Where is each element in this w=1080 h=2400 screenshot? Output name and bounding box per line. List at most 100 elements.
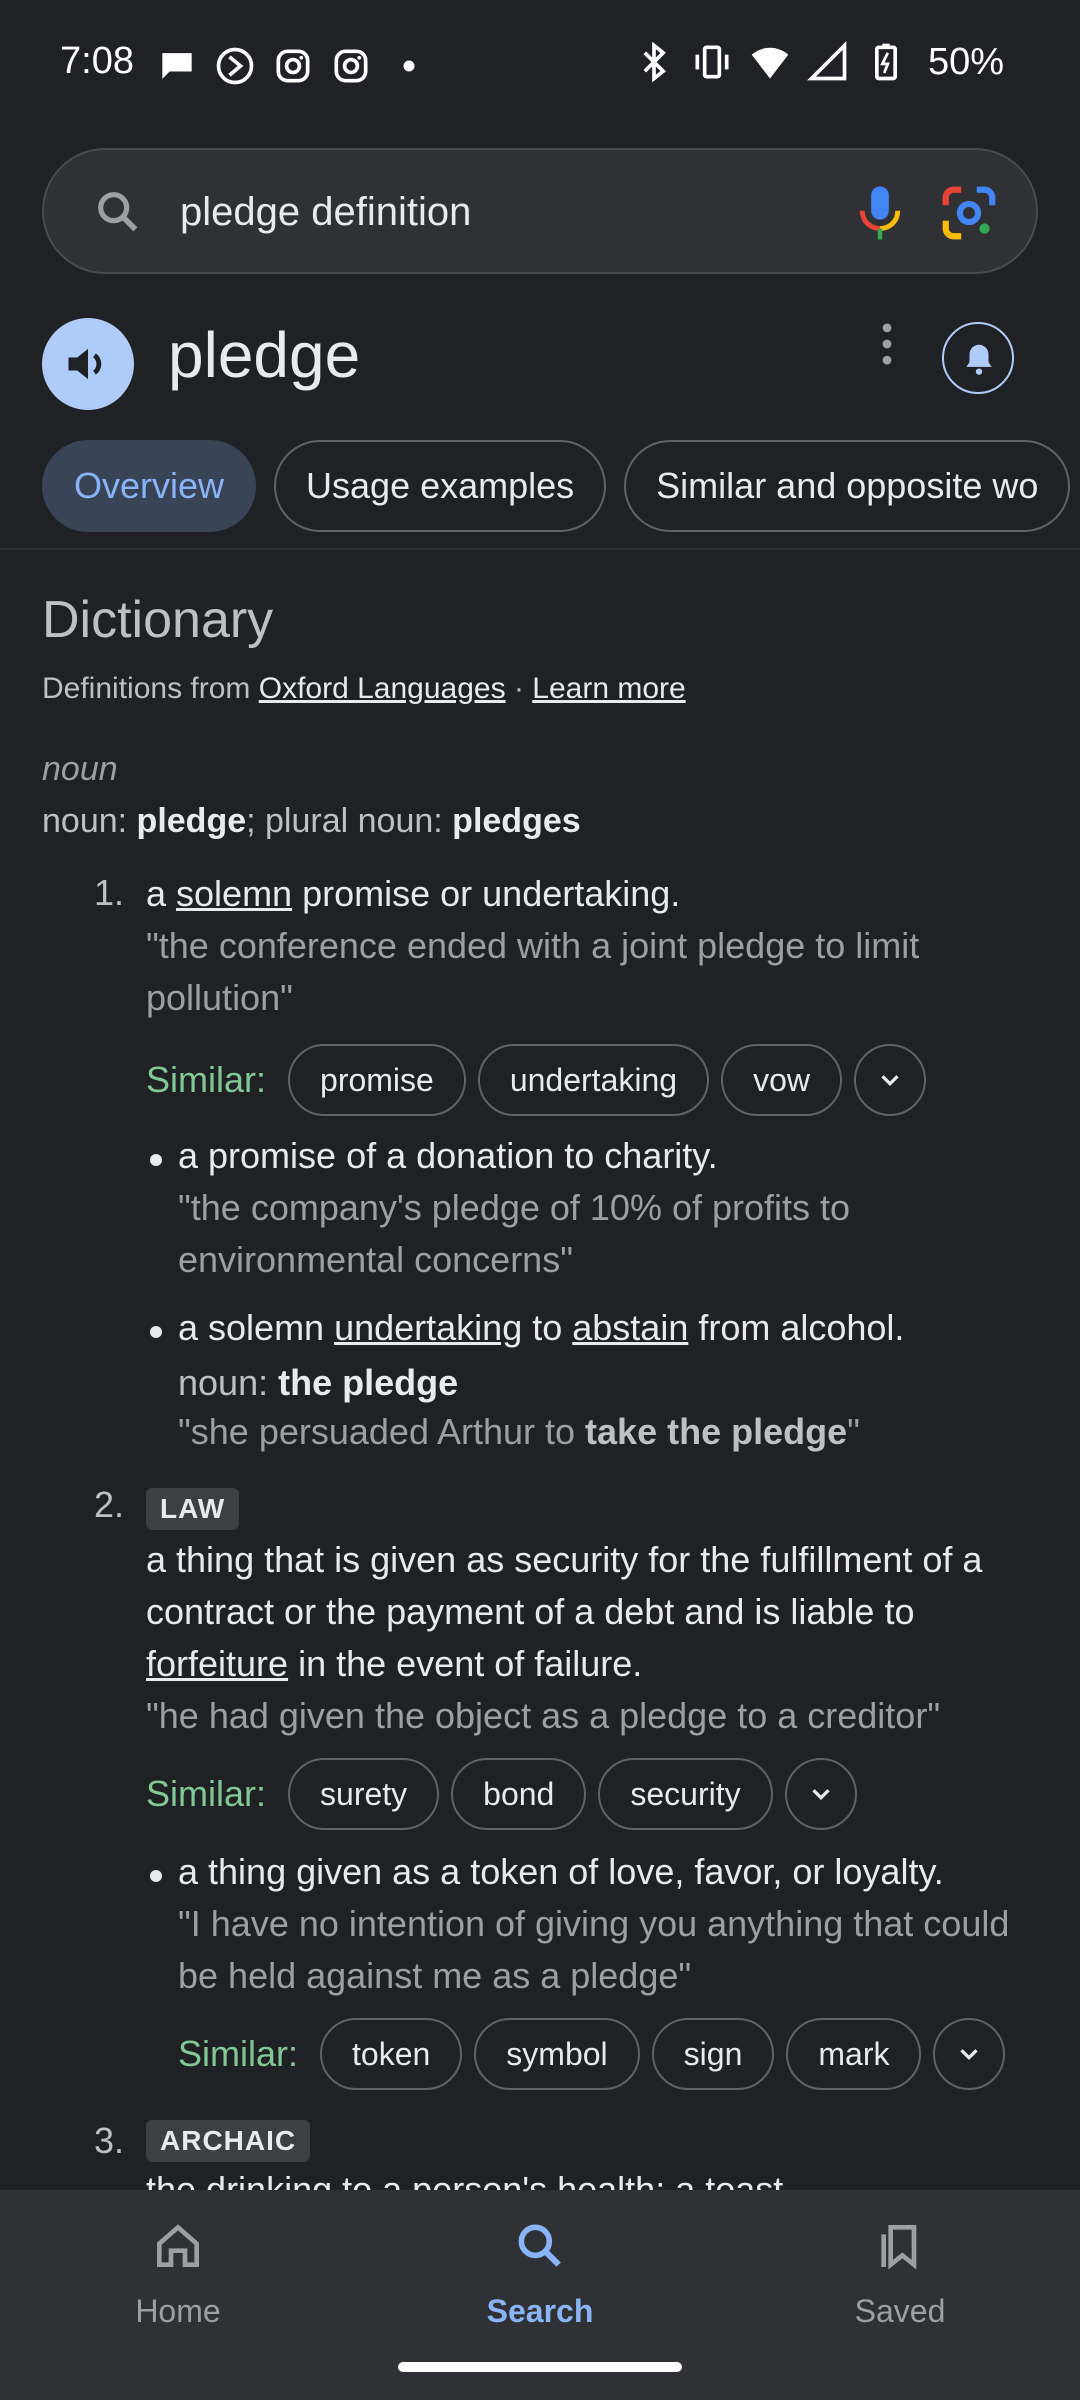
search-icon — [98, 192, 138, 232]
wifi-icon — [751, 47, 789, 79]
instagram-icon — [334, 49, 368, 83]
similar-chip[interactable]: mark — [786, 2018, 922, 2090]
battery-percentage: 50% — [927, 40, 1004, 83]
similar-chip[interactable]: vow — [721, 1044, 842, 1116]
plural-label: ; plural noun: — [246, 802, 443, 840]
dictionary-panel: Dictionary Definitions from Oxford Langu… — [0, 590, 1080, 2190]
search-bar[interactable]: pledge definition — [42, 148, 1038, 274]
subsense-definition: a thing given as a token of love, favor,… — [178, 1851, 944, 1892]
forfeiture-link[interactable]: forfeiture — [146, 1643, 288, 1684]
google-lens-icon[interactable] — [938, 182, 1000, 244]
source-prefix: Definitions from — [42, 672, 251, 705]
subsense-noun: noun: the pledge — [178, 1362, 458, 1404]
expand-similar-button[interactable] — [933, 2018, 1006, 2090]
noun-form: pledge — [136, 802, 247, 840]
sense-number: 2. — [94, 1484, 125, 1525]
signal-icon — [807, 41, 847, 81]
separator: · — [513, 672, 524, 705]
subsense-definition: a promise of a donation to charity. — [178, 1135, 718, 1176]
similar-label: Similar: — [178, 2033, 299, 2074]
sense-definition: a solemn promise or undertaking. — [146, 868, 1036, 920]
similar-label: Similar: — [146, 1773, 267, 1814]
similar-label: Similar: — [146, 1059, 267, 1100]
dot-icon — [403, 60, 415, 72]
similar-row: Similar: token symbol sign mark — [178, 2018, 1006, 2090]
sense-definition: the drinking to a person's health; a toa… — [146, 2169, 794, 2190]
forward-icon — [216, 47, 254, 85]
similar-chip[interactable]: symbol — [474, 2018, 640, 2090]
expand-similar-button[interactable] — [784, 1758, 857, 1830]
chevron-down-icon — [811, 1789, 830, 1801]
notification-button[interactable] — [942, 322, 1014, 394]
sense-number: 1. — [94, 872, 125, 913]
sense-definition: a thing that is given as security for th… — [146, 1534, 1046, 1690]
similar-chip[interactable]: security — [598, 1758, 773, 1830]
example-emphasis: take the pledge — [585, 1411, 848, 1452]
nav-search-label: Search — [486, 2293, 594, 2329]
def-text: to — [522, 1307, 573, 1348]
domain-label: LAW — [146, 1488, 240, 1530]
nav-home-label: Home — [135, 2293, 221, 2329]
tab-usage-examples[interactable]: Usage examples — [274, 440, 607, 532]
search-icon — [518, 2224, 561, 2267]
bluetooth-icon — [643, 41, 666, 83]
similar-row: Similar: promise undertaking vow — [146, 1044, 926, 1116]
search-query[interactable]: pledge definition — [180, 190, 471, 235]
learn-more-link[interactable]: Learn more — [532, 672, 685, 705]
instagram-icon — [276, 49, 310, 83]
tab-similar-opposite[interactable]: Similar and opposite wo — [624, 440, 1071, 532]
nav-saved[interactable]: Saved — [790, 2218, 1010, 2330]
abstain-link[interactable]: abstain — [572, 1307, 688, 1348]
similar-chip[interactable]: undertaking — [477, 1044, 710, 1116]
home-icon — [157, 2224, 199, 2267]
status-time: 7:08 — [60, 40, 134, 82]
more-options-icon[interactable] — [872, 322, 902, 366]
nav-saved-label: Saved — [854, 2293, 946, 2329]
noun-form: the pledge — [278, 1362, 459, 1403]
subsense-example: "the company's pledge of 10% of profits … — [178, 1187, 851, 1280]
similar-chip[interactable]: surety — [288, 1758, 440, 1830]
solemn-link[interactable]: solemn — [176, 873, 292, 914]
example-text: "she persuaded Arthur to — [178, 1411, 586, 1452]
sense-number: 3. — [94, 2120, 125, 2161]
def-text: a — [146, 873, 177, 914]
similar-row: Similar: surety bond security — [146, 1758, 857, 1830]
bookmarks-icon — [881, 2225, 917, 2270]
noun-label: noun: — [178, 1362, 269, 1403]
similar-chip[interactable]: promise — [288, 1044, 466, 1116]
similar-chip[interactable]: token — [320, 2018, 463, 2090]
def-text: a solemn — [178, 1307, 335, 1348]
bullet — [150, 1870, 162, 1882]
divider — [0, 548, 1080, 550]
similar-chip[interactable]: bond — [451, 1758, 587, 1830]
bell-icon — [966, 344, 992, 375]
chat-bubble-icon — [162, 53, 192, 79]
pronunciation-button[interactable] — [42, 318, 134, 410]
tab-overview[interactable]: Overview — [42, 440, 257, 532]
domain-label: ARCHAIC — [146, 2120, 311, 2162]
chevron-down-icon — [960, 2049, 979, 2061]
nav-search[interactable]: Search — [430, 2218, 650, 2330]
plural-form: pledges — [452, 802, 581, 840]
expand-similar-button[interactable] — [853, 1044, 926, 1116]
def-text: promise or undertaking. — [292, 873, 681, 914]
part-of-speech: noun — [42, 750, 118, 788]
status-bar: 7:08 50% — [0, 0, 1080, 130]
undertaking-link[interactable]: undertaking — [334, 1307, 522, 1348]
oxford-languages-link[interactable]: Oxford Languages — [259, 672, 506, 705]
gesture-bar[interactable] — [398, 2362, 682, 2372]
subsense-example: "she persuaded Arthur to take the pledge… — [178, 1406, 1078, 1458]
source-line: Definitions from Oxford Languages · Lear… — [42, 672, 686, 706]
nav-home[interactable]: Home — [68, 2218, 288, 2330]
sense-example: "the conference ended with a joint pledg… — [146, 925, 920, 1018]
sense-example: "he had given the object as a pledge to … — [146, 1695, 941, 1736]
similar-chip[interactable]: sign — [651, 2018, 775, 2090]
mic-icon[interactable] — [852, 182, 908, 244]
speaker-icon — [68, 348, 102, 380]
chevron-down-icon — [881, 1075, 899, 1087]
def-text: from alcohol. — [688, 1307, 905, 1348]
subsense-definition: a solemn undertaking to abstain from alc… — [178, 1302, 1038, 1354]
word-title: pledge — [168, 319, 361, 391]
bullet — [150, 1154, 162, 1166]
section-heading: Dictionary — [42, 591, 274, 649]
